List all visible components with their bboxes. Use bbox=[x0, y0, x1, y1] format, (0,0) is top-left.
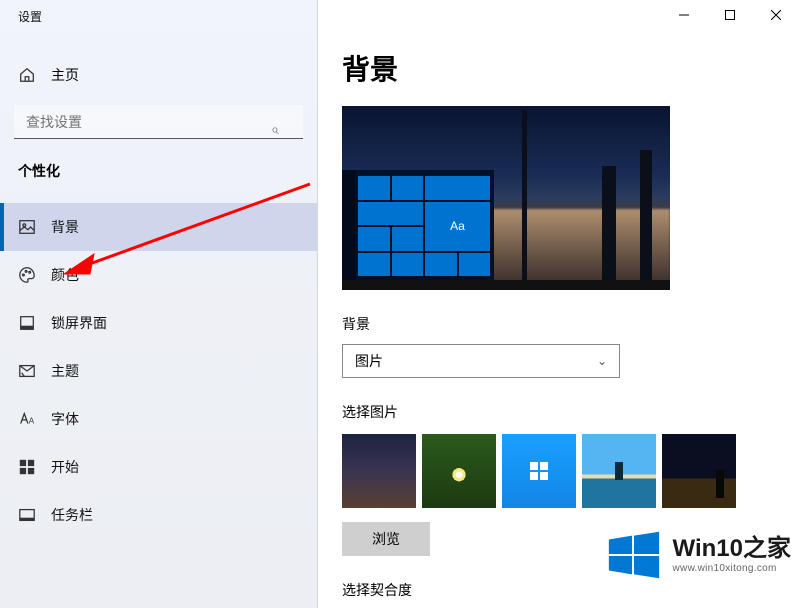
taskbar-icon bbox=[18, 506, 36, 524]
choose-picture-label: 选择图片 bbox=[342, 402, 799, 422]
thumbnail-5[interactable] bbox=[662, 434, 736, 508]
window-controls bbox=[661, 0, 799, 30]
sidebar-item-fonts[interactable]: A 字体 bbox=[0, 395, 317, 443]
thumbnail-4[interactable] bbox=[582, 434, 656, 508]
lockscreen-icon bbox=[18, 314, 36, 332]
palette-icon bbox=[18, 266, 36, 284]
choose-fit-label: 选择契合度 bbox=[342, 580, 799, 600]
sidebar-item-label: 字体 bbox=[51, 409, 79, 429]
picture-thumbnails bbox=[342, 434, 799, 508]
font-icon: A bbox=[18, 410, 36, 428]
sidebar-item-label: 背景 bbox=[51, 217, 79, 237]
sidebar-item-start[interactable]: 开始 bbox=[0, 443, 317, 491]
thumbnail-3[interactable] bbox=[502, 434, 576, 508]
category-heading: 个性化 bbox=[0, 149, 317, 189]
sidebar-item-label: 颜色 bbox=[51, 265, 79, 285]
search-input[interactable] bbox=[14, 105, 303, 139]
preview-start-menu: Aa bbox=[342, 170, 494, 280]
sidebar-item-themes[interactable]: 主题 bbox=[0, 347, 317, 395]
close-icon bbox=[771, 10, 781, 20]
sidebar: 设置 主页 ⌕ 个性化 背景 颜色 bbox=[0, 0, 318, 608]
sidebar-item-taskbar[interactable]: 任务栏 bbox=[0, 491, 317, 539]
sidebar-item-lockscreen[interactable]: 锁屏界面 bbox=[0, 299, 317, 347]
minimize-icon bbox=[679, 10, 689, 20]
svg-text:A: A bbox=[29, 417, 35, 426]
maximize-icon bbox=[725, 10, 735, 20]
sidebar-item-label: 任务栏 bbox=[51, 505, 93, 525]
content-area: 背景 Aa 背景 图片 ⌄ 选择图片 bbox=[318, 0, 799, 608]
home-label: 主页 bbox=[51, 65, 79, 85]
minimize-button[interactable] bbox=[661, 0, 707, 30]
browse-button[interactable]: 浏览 bbox=[342, 522, 430, 556]
thumbnail-1[interactable] bbox=[342, 434, 416, 508]
sidebar-item-colors[interactable]: 颜色 bbox=[0, 251, 317, 299]
nav-list: 背景 颜色 锁屏界面 主题 A 字体 开始 bbox=[0, 203, 317, 539]
background-type-dropdown[interactable]: 图片 ⌄ bbox=[342, 344, 620, 378]
window-title: 设置 bbox=[0, 0, 317, 32]
desktop-preview: Aa bbox=[342, 106, 670, 290]
image-icon bbox=[18, 218, 36, 236]
sidebar-item-label: 开始 bbox=[51, 457, 79, 477]
sidebar-item-label: 主题 bbox=[51, 361, 79, 381]
dropdown-value: 图片 bbox=[355, 351, 383, 371]
preview-sample-tile: Aa bbox=[425, 202, 490, 251]
page-title: 背景 bbox=[342, 48, 799, 88]
preview-taskbar bbox=[342, 280, 670, 290]
window-title-text: 设置 bbox=[18, 8, 42, 25]
thumbnail-2[interactable] bbox=[422, 434, 496, 508]
theme-icon bbox=[18, 362, 36, 380]
start-icon bbox=[18, 458, 36, 476]
home-nav[interactable]: 主页 bbox=[0, 52, 317, 97]
sidebar-item-background[interactable]: 背景 bbox=[0, 203, 317, 251]
close-button[interactable] bbox=[753, 0, 799, 30]
maximize-button[interactable] bbox=[707, 0, 753, 30]
chevron-down-icon: ⌄ bbox=[597, 354, 607, 368]
home-icon bbox=[18, 66, 36, 84]
search-icon: ⌕ bbox=[271, 121, 279, 138]
background-type-label: 背景 bbox=[342, 314, 799, 334]
sidebar-item-label: 锁屏界面 bbox=[51, 313, 107, 333]
